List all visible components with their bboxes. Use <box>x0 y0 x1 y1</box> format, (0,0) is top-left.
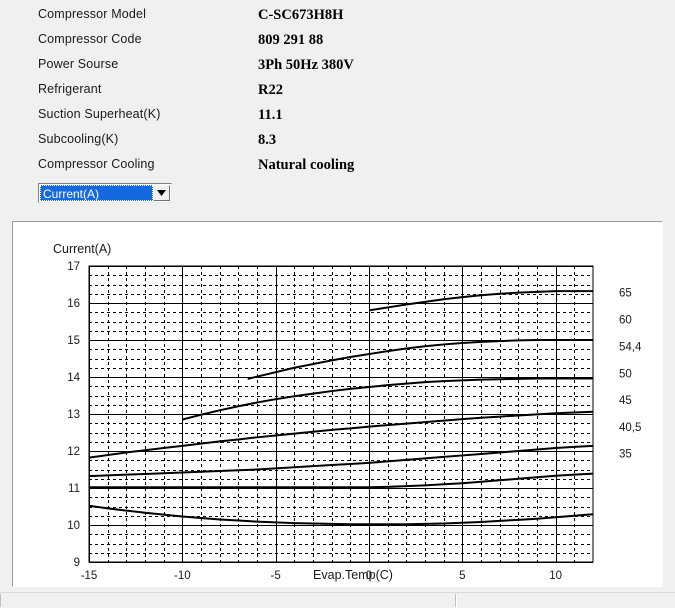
spec-row: Suction Superheat(K) 11.1 <box>0 107 675 132</box>
y-tick-label: 15 <box>67 335 80 347</box>
status-cell <box>0 594 457 607</box>
spec-label: Suction Superheat(K) <box>38 107 161 121</box>
y-axis-tick-labels: 9 10 11 12 13 14 15 16 17 <box>67 261 80 569</box>
spec-label: Power Sourse <box>38 57 118 71</box>
spec-row: Compressor Code 809 291 88 <box>0 32 675 57</box>
spec-label: Subcooling(K) <box>38 132 118 146</box>
x-tick-label: -5 <box>271 570 281 582</box>
spec-label: Compressor Code <box>38 32 142 46</box>
spec-value: C-SC673H8H <box>258 7 343 24</box>
x-axis-label: Evap.Temp(C) <box>313 568 393 582</box>
y-tick-label: 16 <box>67 298 80 310</box>
x-tick-label: 5 <box>459 570 465 582</box>
y-tick-label: 10 <box>67 520 80 532</box>
legend-label: 60 <box>619 315 632 327</box>
x-tick-label: 10 <box>549 570 562 582</box>
performance-chart: -15-10-50510 91011121314151617 656054,45… <box>13 222 662 586</box>
spec-value: R22 <box>258 82 283 99</box>
series-select-value[interactable]: Current(A) <box>40 185 153 201</box>
spec-value: 8.3 <box>258 132 276 149</box>
legend-label: 54,4 <box>619 342 642 354</box>
compressor-spec-panel: Compressor Model C-SC673H8H Compressor Cod… <box>0 0 675 176</box>
spec-row: Refrigerant R22 <box>0 82 675 107</box>
y-tick-label: 12 <box>67 446 80 458</box>
legend-label: 65 <box>619 288 632 300</box>
curve-40-5 <box>89 474 593 488</box>
spec-value: Natural cooling <box>258 157 354 174</box>
y-tick-label: 9 <box>74 557 80 569</box>
chart-panel: -15-10-50510 91011121314151617 656054,45… <box>12 221 663 587</box>
legend-label: 35 <box>619 449 632 461</box>
y-tick-label: 17 <box>67 261 80 273</box>
y-tick-label: 11 <box>68 483 80 495</box>
spec-label: Refrigerant <box>38 82 102 96</box>
legend-label: 40,5 <box>619 422 641 434</box>
spec-row: Power Sourse 3Ph 50Hz 380V <box>0 57 675 82</box>
x-tick-label: -10 <box>174 570 191 582</box>
y-tick-label: 14 <box>67 372 80 384</box>
spec-value: 3Ph 50Hz 380V <box>258 57 354 74</box>
spec-row: Compressor Model C-SC673H8H <box>0 7 675 32</box>
curve-54-4 <box>182 378 593 419</box>
spec-value: 809 291 88 <box>258 32 323 49</box>
spec-label: Compressor Cooling <box>38 157 155 171</box>
spec-value: 11.1 <box>258 107 283 124</box>
legend-label: 45 <box>619 395 632 407</box>
chart-legend: 65 60 54,4 50 45 40,5 35 <box>619 288 642 461</box>
spec-row: Subcooling(K) 8.3 <box>0 132 675 157</box>
legend-label: 50 <box>619 368 632 380</box>
spec-row: Compressor Cooling Natural cooling <box>0 157 675 182</box>
chevron-down-icon[interactable] <box>153 185 170 201</box>
y-tick-label: 13 <box>67 409 80 421</box>
spec-label: Compressor Model <box>38 7 146 21</box>
y-axis-label: Current(A) <box>53 242 111 256</box>
status-cell <box>455 594 675 607</box>
series-select-dropdown[interactable]: Current(A) <box>38 183 172 203</box>
x-tick-label: -15 <box>81 570 98 582</box>
status-bar <box>0 592 675 608</box>
